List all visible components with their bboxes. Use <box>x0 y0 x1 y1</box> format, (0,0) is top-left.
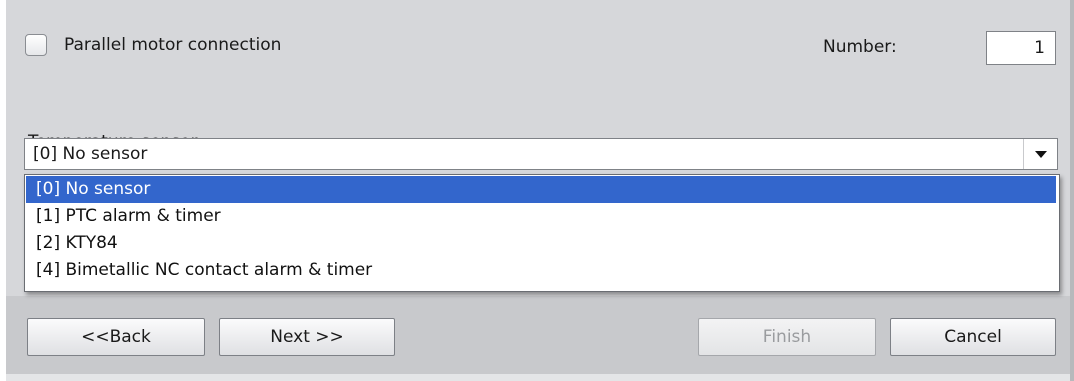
temperature-sensor-options: [0] No sensor [1] PTC alarm & timer [2] … <box>24 174 1060 292</box>
footer-divider <box>6 374 1070 381</box>
temperature-sensor-select[interactable]: [0] No sensor <box>24 138 1058 170</box>
option-no-sensor[interactable]: [0] No sensor <box>26 176 1056 203</box>
chevron-down-icon[interactable] <box>1023 139 1057 169</box>
finish-button[interactable]: Finish <box>698 318 876 356</box>
window-frame-edge <box>1070 0 1074 381</box>
cancel-button[interactable]: Cancel <box>890 318 1056 356</box>
back-button[interactable]: <<Back <box>27 318 205 356</box>
option-kty84[interactable]: [2] KTY84 <box>26 230 1056 257</box>
number-label: Number: <box>823 37 897 57</box>
temperature-sensor-value: [0] No sensor <box>33 144 148 164</box>
number-input[interactable]: 1 <box>986 31 1056 65</box>
parallel-motor-label: Parallel motor connection <box>64 35 282 55</box>
option-ptc-alarm-timer[interactable]: [1] PTC alarm & timer <box>26 203 1056 230</box>
parallel-motor-checkbox[interactable] <box>25 34 47 56</box>
next-button[interactable]: Next >> <box>219 318 395 356</box>
option-bimetallic-nc-contact[interactable]: [4] Bimetallic NC contact alarm & timer <box>26 257 1056 284</box>
